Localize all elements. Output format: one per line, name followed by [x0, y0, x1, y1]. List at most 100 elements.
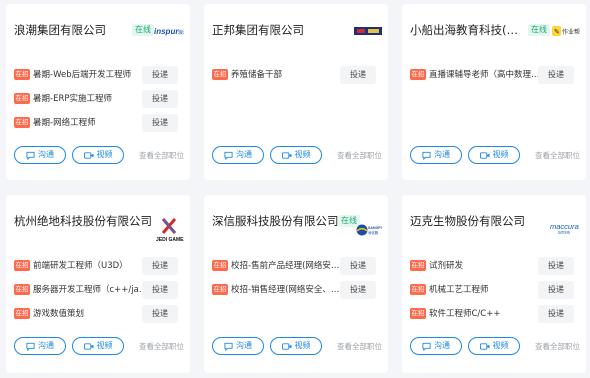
- job-row[interactable]: 在招 前端研发工程师（U3D） 投递: [14, 257, 184, 275]
- hot-tag: 在招: [410, 69, 426, 80]
- company-card[interactable]: 浪潮集团有限公司 在线 inspur浪潮 在招 暑期-Web后端开发工程师 投递…: [6, 4, 190, 180]
- chat-button[interactable]: 沟通: [410, 146, 462, 164]
- svg-text:JEDI GAMES: JEDI GAMES: [156, 237, 184, 243]
- chat-icon: [26, 342, 35, 351]
- company-name[interactable]: 迈克生物股份有限公司: [410, 213, 525, 229]
- company-card[interactable]: 正邦集团有限公司 在招 养殖储备干部 投递 沟通 视频 查看全部职位: [204, 4, 388, 180]
- card-actions: 沟通 视频 查看全部职位: [14, 146, 184, 164]
- hot-tag: 在招: [212, 260, 228, 271]
- company-name[interactable]: 小船出海教育科技(北京)有...: [410, 22, 522, 38]
- video-label: 视频: [492, 341, 509, 350]
- job-row[interactable]: 在招 暑期-ERP实施工程师 投递: [14, 90, 184, 108]
- job-row[interactable]: 在招 游戏数值策划 投递: [14, 305, 184, 323]
- job-row[interactable]: 在招 养殖储备干部 投递: [212, 66, 382, 84]
- job-title[interactable]: 暑期-ERP实施工程师: [33, 92, 151, 104]
- apply-button[interactable]: 投递: [340, 281, 376, 299]
- svg-text:SANGFOR: SANGFOR: [368, 226, 382, 230]
- online-badge: 在线: [132, 24, 154, 36]
- company-card[interactable]: 迈克生物股份有限公司 maccura 迈克生物 在招 试剂研发 投递 在招 机械工…: [402, 195, 586, 373]
- company-name[interactable]: 浪潮集团有限公司: [14, 22, 106, 38]
- video-label: 视频: [492, 150, 509, 159]
- card-actions: 沟通 视频 查看全部职位: [212, 337, 382, 355]
- job-title[interactable]: 养殖储备干部: [231, 68, 349, 80]
- job-row[interactable]: 在招 试剂研发 投递: [410, 257, 580, 275]
- job-title[interactable]: 暑期-Web后端开发工程师: [33, 68, 151, 80]
- apply-button[interactable]: 投递: [142, 257, 178, 275]
- apply-button[interactable]: 投递: [340, 257, 376, 275]
- video-button[interactable]: 视频: [270, 146, 322, 164]
- view-all-positions-link[interactable]: 查看全部职位: [139, 150, 184, 161]
- card-actions: 沟通 视频 查看全部职位: [410, 337, 580, 355]
- chat-label: 沟通: [38, 150, 54, 159]
- svg-text:浪潮: 浪潮: [178, 29, 184, 36]
- job-title[interactable]: 校招-售前产品经理(网络安全...: [231, 259, 341, 271]
- job-row[interactable]: 在招 服务器开发工程师（c++/java... 投递: [14, 281, 184, 299]
- job-row[interactable]: 在招 校招-销售经理(网络安全、云... 投递: [212, 281, 382, 299]
- hot-tag: 在招: [14, 93, 30, 104]
- apply-button[interactable]: 投递: [538, 66, 574, 84]
- company-card[interactable]: 深信服科技股份有限公司 在线 SANGFOR深信服 在招 校招-售前产品经理(网…: [204, 195, 388, 373]
- hot-tag: 在招: [14, 260, 30, 271]
- company-card[interactable]: 杭州绝地科技股份有限公司 JEDI GAMES 在招 前端研发工程师（U3D） …: [6, 195, 190, 373]
- apply-button[interactable]: 投递: [340, 66, 376, 84]
- job-title[interactable]: 服务器开发工程师（c++/java...: [33, 283, 151, 295]
- video-button[interactable]: 视频: [270, 337, 322, 355]
- hot-tag: 在招: [14, 117, 30, 128]
- company-logo: [354, 22, 382, 40]
- job-title[interactable]: 前端研发工程师（U3D）: [33, 259, 151, 271]
- chat-button[interactable]: 沟通: [212, 146, 264, 164]
- view-all-positions-link[interactable]: 查看全部职位: [139, 341, 184, 352]
- video-icon: [83, 151, 93, 159]
- apply-button[interactable]: 投递: [538, 305, 574, 323]
- apply-button[interactable]: 投递: [538, 257, 574, 275]
- job-row[interactable]: 在招 暑期-Web后端开发工程师 投递: [14, 66, 184, 84]
- company-logo: ✎ 作业帮: [552, 22, 580, 40]
- svg-text:深信服: 深信服: [368, 230, 379, 235]
- job-row[interactable]: 在招 直播课辅导老师（高中数理化... 投递: [410, 66, 580, 84]
- job-title[interactable]: 暑期-网络工程师: [33, 116, 151, 128]
- view-all-positions-link[interactable]: 查看全部职位: [337, 150, 382, 161]
- hot-tag: 在招: [212, 69, 228, 80]
- apply-button[interactable]: 投递: [142, 114, 178, 132]
- view-all-positions-link[interactable]: 查看全部职位: [535, 150, 580, 161]
- video-button[interactable]: 视频: [468, 337, 520, 355]
- job-row[interactable]: 在招 机械工艺工程师 投递: [410, 281, 580, 299]
- chat-button[interactable]: 沟通: [14, 146, 66, 164]
- apply-button[interactable]: 投递: [142, 66, 178, 84]
- job-title[interactable]: 直播课辅导老师（高中数理化...: [429, 68, 547, 80]
- company-name[interactable]: 深信服科技股份有限公司: [212, 213, 339, 229]
- company-card[interactable]: 小船出海教育科技(北京)有... 在线 ✎作业帮 在招 直播课辅导老师（高中数理…: [402, 4, 586, 180]
- job-row[interactable]: 在招 暑期-网络工程师 投递: [14, 114, 184, 132]
- job-title[interactable]: 游戏数值策划: [33, 307, 151, 319]
- hot-tag: 在招: [212, 284, 228, 295]
- job-title[interactable]: 试剂研发: [429, 259, 547, 271]
- company-logo: SANGFOR深信服: [356, 221, 382, 239]
- hot-tag: 在招: [410, 308, 426, 319]
- video-icon: [281, 151, 291, 159]
- apply-button[interactable]: 投递: [142, 305, 178, 323]
- apply-button[interactable]: 投递: [142, 90, 178, 108]
- chat-icon: [422, 342, 431, 351]
- video-button[interactable]: 视频: [72, 146, 124, 164]
- view-all-positions-link[interactable]: 查看全部职位: [535, 341, 580, 352]
- chat-button[interactable]: 沟通: [14, 337, 66, 355]
- hot-tag: 在招: [410, 284, 426, 295]
- chat-button[interactable]: 沟通: [410, 337, 462, 355]
- card-actions: 沟通 视频 查看全部职位: [410, 146, 580, 164]
- job-title[interactable]: 机械工艺工程师: [429, 283, 547, 295]
- job-row[interactable]: 在招 校招-售前产品经理(网络安全... 投递: [212, 257, 382, 275]
- video-button[interactable]: 视频: [72, 337, 124, 355]
- company-name[interactable]: 正邦集团有限公司: [212, 22, 304, 38]
- view-all-positions-link[interactable]: 查看全部职位: [337, 341, 382, 352]
- video-button[interactable]: 视频: [468, 146, 520, 164]
- apply-button[interactable]: 投递: [538, 281, 574, 299]
- job-title[interactable]: 软件工程师C/C++: [429, 307, 547, 319]
- apply-button[interactable]: 投递: [142, 281, 178, 299]
- online-badge: 在线: [528, 24, 550, 36]
- job-row[interactable]: 在招 软件工程师C/C++ 投递: [410, 305, 580, 323]
- job-title[interactable]: 校招-销售经理(网络安全、云...: [231, 283, 341, 295]
- card-actions: 沟通 视频 查看全部职位: [14, 337, 184, 355]
- chat-button[interactable]: 沟通: [212, 337, 264, 355]
- company-name[interactable]: 杭州绝地科技股份有限公司: [14, 213, 152, 229]
- chat-icon: [224, 342, 233, 351]
